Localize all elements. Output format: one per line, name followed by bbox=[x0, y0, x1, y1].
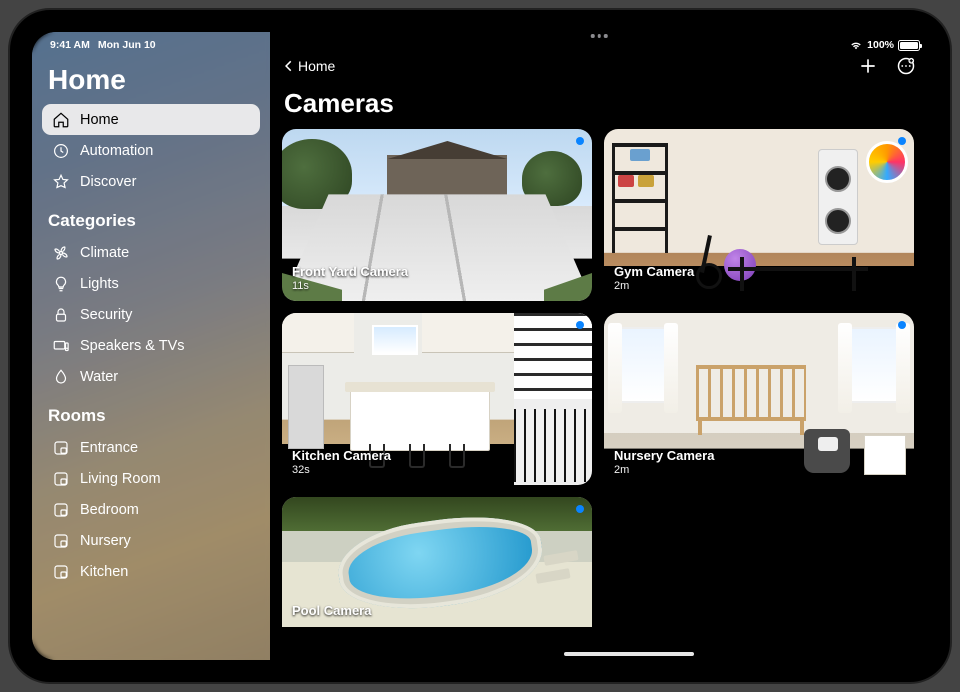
chevron-left-icon bbox=[282, 59, 296, 73]
camera-label: Gym Camera 2m bbox=[614, 264, 694, 293]
sidebar-item-kitchen[interactable]: Kitchen bbox=[42, 556, 260, 587]
more-button[interactable] bbox=[896, 56, 916, 76]
sidebar-section-rooms: Rooms bbox=[42, 392, 260, 432]
sidebar-item-label: Discover bbox=[80, 174, 136, 190]
sidebar-item-discover[interactable]: Discover bbox=[42, 166, 260, 197]
camera-card-front-yard[interactable]: Front Yard Camera 11s bbox=[282, 129, 592, 301]
battery-icon bbox=[898, 40, 920, 51]
main-content: 100% Home Cameras bbox=[270, 32, 928, 660]
multitask-dots-icon[interactable] bbox=[591, 34, 608, 38]
sidebar-item-label: Lights bbox=[80, 276, 119, 292]
camera-label: Nursery Camera 2m bbox=[614, 448, 714, 477]
status-bar-right: 100% bbox=[849, 36, 920, 54]
back-button[interactable]: Home bbox=[282, 58, 335, 74]
sidebar-categories: Climate Lights Security Speakers & TVs W… bbox=[42, 237, 260, 392]
sidebar-item-entrance[interactable]: Entrance bbox=[42, 432, 260, 463]
live-indicator-icon bbox=[898, 137, 906, 145]
back-label: Home bbox=[298, 58, 335, 74]
wifi-icon bbox=[849, 40, 863, 50]
bulb-icon bbox=[52, 275, 70, 293]
drop-icon bbox=[52, 368, 70, 386]
sidebar-item-label: Nursery bbox=[80, 533, 131, 549]
sidebar-item-home[interactable]: Home bbox=[42, 104, 260, 135]
sidebar-rooms: Entrance Living Room Bedroom Nursery Kit… bbox=[42, 432, 260, 587]
sidebar-item-automation[interactable]: Automation bbox=[42, 135, 260, 166]
battery-percent: 100% bbox=[867, 39, 894, 51]
camera-card-pool[interactable]: Pool Camera bbox=[282, 497, 592, 627]
room-icon bbox=[52, 501, 70, 519]
live-indicator-icon bbox=[576, 505, 584, 513]
sidebar-section-categories: Categories bbox=[42, 197, 260, 237]
camera-timestamp: 32s bbox=[292, 464, 391, 477]
sidebar-item-label: Living Room bbox=[80, 471, 161, 487]
add-button[interactable] bbox=[858, 56, 878, 76]
sidebar-item-water[interactable]: Water bbox=[42, 361, 260, 392]
camera-label: Front Yard Camera 11s bbox=[292, 264, 408, 293]
home-indicator[interactable] bbox=[564, 652, 694, 656]
camera-name: Pool Camera bbox=[292, 603, 371, 618]
status-date: Mon Jun 10 bbox=[98, 39, 156, 51]
screen: 9:41 AM Mon Jun 10 Home Home Automation … bbox=[32, 32, 928, 660]
room-icon bbox=[52, 439, 70, 457]
sidebar: 9:41 AM Mon Jun 10 Home Home Automation … bbox=[32, 32, 270, 660]
sidebar-item-bedroom[interactable]: Bedroom bbox=[42, 494, 260, 525]
tv-speaker-icon bbox=[52, 337, 70, 355]
page-title: Cameras bbox=[282, 82, 916, 129]
sidebar-item-label: Water bbox=[80, 369, 118, 385]
sidebar-item-climate[interactable]: Climate bbox=[42, 237, 260, 268]
camera-card-gym[interactable]: Gym Camera 2m bbox=[604, 129, 914, 301]
camera-timestamp: 2m bbox=[614, 280, 694, 293]
camera-name: Gym Camera bbox=[614, 264, 694, 279]
star-icon bbox=[52, 173, 70, 191]
header-actions bbox=[858, 56, 916, 76]
sidebar-item-label: Speakers & TVs bbox=[80, 338, 185, 354]
sidebar-item-label: Bedroom bbox=[80, 502, 139, 518]
camera-timestamp: 11s bbox=[292, 280, 408, 293]
lock-icon bbox=[52, 306, 70, 324]
camera-name: Nursery Camera bbox=[614, 448, 714, 463]
live-indicator-icon bbox=[576, 137, 584, 145]
sidebar-item-label: Automation bbox=[80, 143, 153, 159]
sidebar-item-lights[interactable]: Lights bbox=[42, 268, 260, 299]
sidebar-item-label: Security bbox=[80, 307, 132, 323]
ipad-frame: 9:41 AM Mon Jun 10 Home Home Automation … bbox=[8, 8, 952, 684]
camera-card-nursery[interactable]: Nursery Camera 2m bbox=[604, 313, 914, 485]
camera-card-kitchen[interactable]: Kitchen Camera 32s bbox=[282, 313, 592, 485]
status-bar-left: 9:41 AM Mon Jun 10 bbox=[42, 34, 260, 52]
fan-icon bbox=[52, 244, 70, 262]
app-title: Home bbox=[42, 52, 260, 104]
sidebar-item-speakers-tvs[interactable]: Speakers & TVs bbox=[42, 330, 260, 361]
room-icon bbox=[52, 563, 70, 581]
sidebar-item-label: Entrance bbox=[80, 440, 138, 456]
camera-name: Kitchen Camera bbox=[292, 448, 391, 463]
house-icon bbox=[52, 111, 70, 129]
sidebar-item-security[interactable]: Security bbox=[42, 299, 260, 330]
camera-label: Pool Camera bbox=[292, 603, 371, 619]
cameras-grid: Front Yard Camera 11s Gym Camera 2m bbox=[282, 129, 916, 627]
camera-name: Front Yard Camera bbox=[292, 264, 408, 279]
sidebar-item-nursery[interactable]: Nursery bbox=[42, 525, 260, 556]
sidebar-item-label: Home bbox=[80, 112, 119, 128]
camera-label: Kitchen Camera 32s bbox=[292, 448, 391, 477]
camera-timestamp: 2m bbox=[614, 464, 714, 477]
room-icon bbox=[52, 532, 70, 550]
sidebar-item-label: Climate bbox=[80, 245, 129, 261]
live-indicator-icon bbox=[898, 321, 906, 329]
navigation-bar: Home bbox=[282, 50, 916, 82]
sidebar-nav: Home Automation Discover bbox=[42, 104, 260, 197]
clock-icon bbox=[52, 142, 70, 160]
status-time: 9:41 AM bbox=[50, 39, 90, 51]
room-icon bbox=[52, 470, 70, 488]
live-indicator-icon bbox=[576, 321, 584, 329]
sidebar-item-label: Kitchen bbox=[80, 564, 128, 580]
sidebar-item-living-room[interactable]: Living Room bbox=[42, 463, 260, 494]
